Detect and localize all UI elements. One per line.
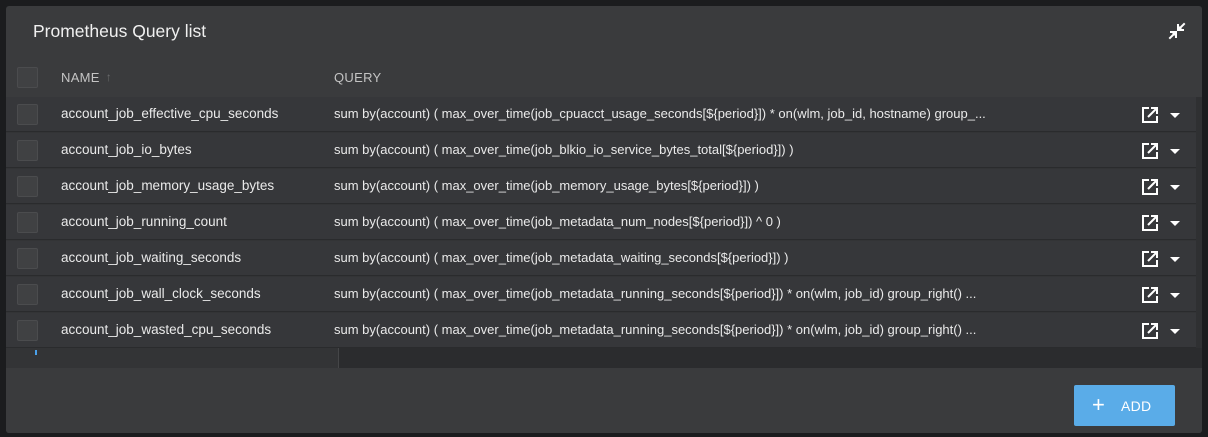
row-query: sum by(account) ( max_over_time(job_memo… [334,178,759,193]
row-query: sum by(account) ( max_over_time(job_meta… [334,214,781,229]
select-all-checkbox[interactable] [17,67,38,88]
table-row[interactable]: account_job_effective_cpu_seconds sum by… [6,97,1196,132]
panel-header: Prometheus Query list [6,6,1202,58]
open-external-icon[interactable] [1140,249,1160,269]
row-name: account_job_effective_cpu_seconds [61,106,279,121]
vertical-scrollbar[interactable] [1196,97,1202,348]
row-name: account_job_wasted_cpu_seconds [61,322,272,337]
column-header-query[interactable]: QUERY [334,70,382,85]
table-row[interactable]: account_job_io_bytes sum by(account) ( m… [6,133,1196,168]
sort-up-arrow-icon: ↑ [105,70,113,84]
column-header-name[interactable]: NAME ↑ [61,70,112,85]
row-checkbox[interactable] [17,284,38,305]
row-query: sum by(account) ( max_over_time(job_meta… [334,286,977,301]
caret-down-icon[interactable] [1166,250,1184,268]
open-external-icon[interactable] [1140,141,1160,161]
table-header-row: NAME ↑ QUERY [6,58,1202,97]
row-checkbox[interactable] [17,104,38,125]
plus-icon: + [1092,392,1105,417]
row-checkbox[interactable] [17,140,38,161]
open-external-icon[interactable] [1140,105,1160,125]
column-header-name-label: NAME [61,70,100,85]
open-external-icon[interactable] [1140,177,1160,197]
collapse-icon[interactable] [1164,18,1190,44]
add-button-label: ADD [1121,398,1152,414]
open-external-icon[interactable] [1140,285,1160,305]
horizontal-scrollbar-pinned [6,348,339,368]
open-external-icon[interactable] [1140,213,1160,233]
open-external-icon[interactable] [1140,321,1160,341]
caret-down-icon[interactable] [1166,106,1184,124]
panel-title: Prometheus Query list [33,21,207,41]
caret-down-icon[interactable] [1166,142,1184,160]
caret-down-icon[interactable] [1166,322,1184,340]
scroll-marker [35,350,37,355]
caret-down-icon[interactable] [1166,286,1184,304]
table-row[interactable]: account_job_memory_usage_bytes sum by(ac… [6,169,1196,204]
row-query: sum by(account) ( max_over_time(job_cpua… [334,106,986,121]
caret-down-icon[interactable] [1166,178,1184,196]
table-row[interactable]: account_job_running_count sum by(account… [6,205,1196,240]
caret-down-icon[interactable] [1166,214,1184,232]
row-checkbox[interactable] [17,176,38,197]
row-name: account_job_running_count [61,214,227,229]
row-query: sum by(account) ( max_over_time(job_meta… [334,322,977,337]
horizontal-scrollbar[interactable] [6,348,1202,368]
query-table: NAME ↑ QUERY account_job_effective_cpu_se… [6,58,1202,368]
query-list-panel: Prometheus Query list NAME ↑ QUERY accou… [6,6,1202,433]
table-row[interactable]: account_job_wasted_cpu_seconds sum by(ac… [6,313,1196,348]
row-checkbox[interactable] [17,248,38,269]
row-name: account_job_io_bytes [61,142,192,157]
row-checkbox[interactable] [17,320,38,341]
row-name: account_job_memory_usage_bytes [61,178,275,193]
row-name: account_job_wall_clock_seconds [61,286,261,301]
row-name: account_job_waiting_seconds [61,250,242,265]
panel-footer: + ADD [6,368,1202,433]
table-row[interactable]: account_job_wall_clock_seconds sum by(ac… [6,277,1196,312]
row-query: sum by(account) ( max_over_time(job_blki… [334,142,794,157]
row-query: sum by(account) ( max_over_time(job_meta… [334,250,789,265]
row-checkbox[interactable] [17,212,38,233]
add-button[interactable]: + ADD [1074,385,1175,426]
table-row[interactable]: account_job_waiting_seconds sum by(accou… [6,241,1196,276]
